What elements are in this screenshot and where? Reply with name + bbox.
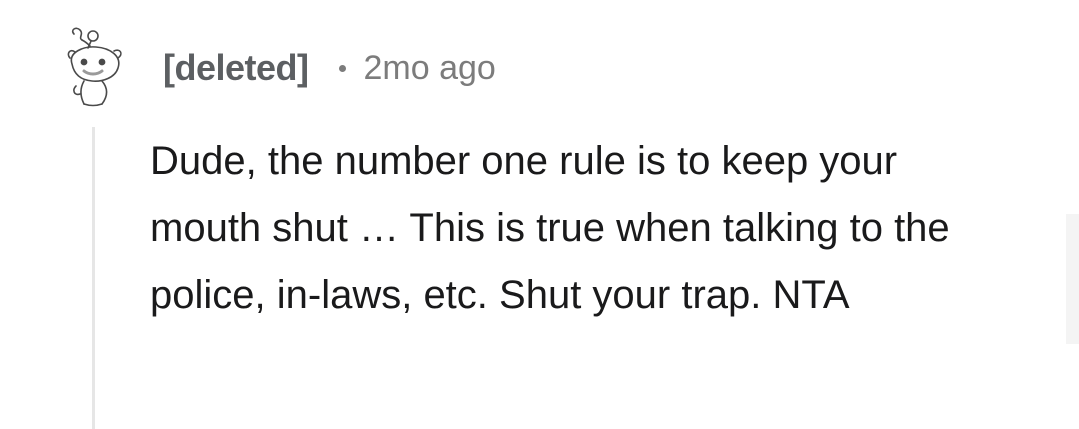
- comment-body: Dude, the number one rule is to keep you…: [150, 139, 950, 317]
- snoo-sketch-icon: [67, 27, 122, 107]
- comment-meta: [deleted] 2mo ago: [163, 44, 496, 92]
- scrollbar[interactable]: [1066, 214, 1079, 344]
- thread-collapse-line[interactable]: [92, 127, 95, 429]
- comment: [deleted] 2mo ago Dude, the number one r…: [0, 0, 1079, 429]
- author-name[interactable]: [deleted]: [163, 47, 309, 89]
- timestamp[interactable]: 2mo ago: [364, 49, 496, 88]
- separator-dot: [338, 64, 346, 72]
- avatar[interactable]: [62, 24, 126, 108]
